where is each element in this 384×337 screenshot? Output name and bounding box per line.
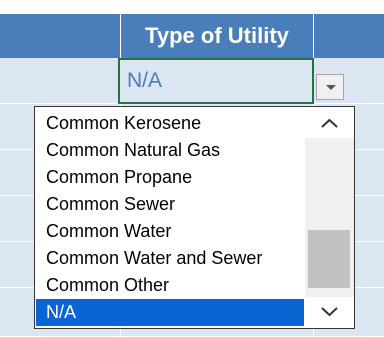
- scroll-up-button[interactable]: [305, 108, 354, 138]
- dropdown-option[interactable]: Common Kerosene: [36, 110, 304, 137]
- dropdown-option[interactable]: Common Sewer: [36, 191, 304, 218]
- chevron-up-icon: [321, 118, 338, 128]
- column-header-type-of-utility: Type of Utility: [145, 23, 289, 48]
- dropdown-option[interactable]: Common Natural Gas: [36, 137, 304, 164]
- scroll-track[interactable]: [305, 138, 354, 297]
- dropdown-option[interactable]: Common Water and Sewer: [36, 245, 304, 272]
- dropdown-option[interactable]: Common Other: [36, 272, 304, 299]
- dropdown-option-selected[interactable]: N/A: [36, 299, 304, 326]
- dropdown-arrow-icon: [326, 85, 336, 90]
- dropdown-option[interactable]: Common Water: [36, 218, 304, 245]
- scroll-down-button[interactable]: [305, 297, 354, 327]
- dropdown-list[interactable]: Common Kerosene Common Natural Gas Commo…: [34, 106, 355, 329]
- utility-type-cell-value: N/A: [127, 69, 163, 92]
- scrollbar[interactable]: [305, 108, 354, 327]
- scroll-thumb[interactable]: [308, 230, 350, 288]
- dropdown-option[interactable]: Common Propane: [36, 164, 304, 191]
- dropdown-button[interactable]: [316, 74, 344, 100]
- chevron-down-icon: [321, 307, 338, 317]
- spreadsheet: Type of Utility N/A Common Kerosene Comm…: [0, 0, 384, 337]
